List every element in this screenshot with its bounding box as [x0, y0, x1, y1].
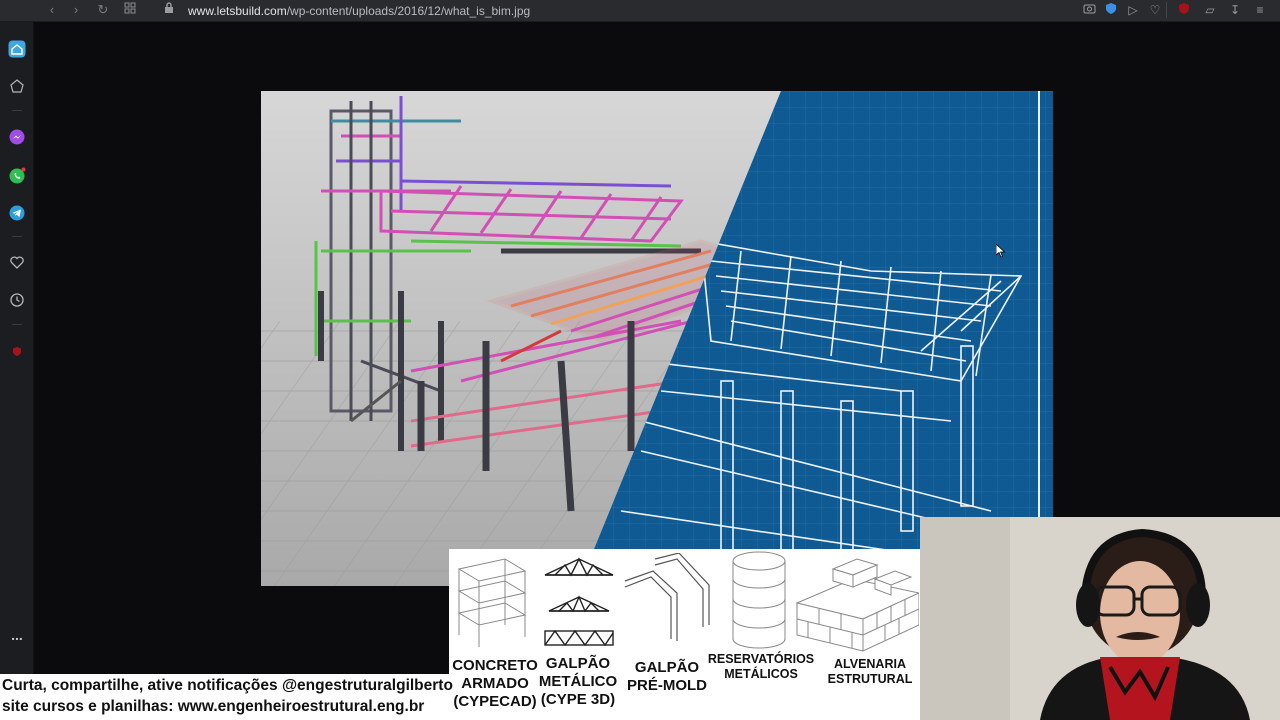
type-line: ALVENARIA: [834, 657, 906, 671]
lock-icon: [161, 2, 177, 18]
type-line: ESTRUTURAL: [827, 672, 913, 686]
type-line: GALPÃO: [634, 659, 700, 676]
send-icon[interactable]: ▷: [1125, 2, 1141, 18]
type-line: CONCRETO: [452, 657, 538, 674]
shield-icon[interactable]: [1103, 2, 1119, 18]
type-line: PRÉ-MOLD: [627, 677, 707, 694]
address-bar: ‹ › ↻ www.letsbuild.com/wp-content/uploa…: [0, 0, 1280, 22]
star-icon[interactable]: [8, 77, 26, 95]
heart-icon[interactable]: ♡: [1147, 2, 1163, 18]
sidebar-divider: [12, 110, 22, 111]
sidebar-divider: [12, 324, 22, 325]
caption-line-1: Curta, compartilhe, ative notificações @…: [2, 677, 453, 694]
url-field[interactable]: www.letsbuild.com/wp-content/uploads/201…: [188, 3, 530, 19]
type-line: METÁLICOS: [724, 667, 798, 681]
type-label-concrete: CONCRETO ARMADO (CYPECAD): [451, 657, 539, 711]
type-line: RESERVATÓRIOS: [707, 652, 815, 666]
heart-icon[interactable]: [8, 253, 26, 271]
menu-icon[interactable]: ≡: [1252, 2, 1268, 18]
type-line: (CYPECAD): [453, 693, 537, 710]
tank-icon: [732, 551, 786, 649]
tabs-grid-icon[interactable]: [122, 2, 138, 18]
bim-illustration[interactable]: [261, 91, 1053, 586]
forward-icon[interactable]: ›: [68, 2, 84, 18]
url-domain: www.letsbuild.com: [188, 4, 287, 18]
screen: ‹ › ↻ www.letsbuild.com/wp-content/uploa…: [0, 0, 1280, 720]
concrete-frame-icon: [457, 558, 527, 647]
whatsapp-icon[interactable]: [8, 166, 26, 184]
home-icon[interactable]: [8, 40, 26, 58]
type-label-steel-shed: GALPÃO METÁLICO (CYPE 3D): [537, 655, 619, 709]
precast-icon: [624, 553, 710, 641]
cube-icon[interactable]: ▱: [1202, 2, 1218, 18]
telegram-icon[interactable]: [8, 204, 26, 222]
more-icon[interactable]: ...: [8, 626, 26, 644]
ublock-icon[interactable]: [8, 342, 26, 360]
camera-icon[interactable]: [1081, 2, 1097, 18]
type-line: (CYPE 3D): [540, 691, 616, 708]
presenter-video: [920, 517, 1280, 720]
type-label-precast-shed: GALPÃO PRÉ-MOLD: [623, 659, 711, 695]
masonry-icon: [795, 558, 919, 652]
history-icon[interactable]: [8, 291, 26, 309]
bim-structure-render: [261, 91, 1053, 586]
structure-types-panel: CONCRETO ARMADO (CYPECAD) GALPÃO METÁLIC…: [449, 549, 920, 720]
ublock-icon[interactable]: [1176, 2, 1192, 18]
toolbar-divider: [1166, 2, 1167, 18]
type-line: METÁLICO: [538, 673, 618, 690]
video-caption: Curta, compartilhe, ative notificações @…: [0, 674, 453, 720]
reload-icon[interactable]: ↻: [95, 2, 111, 18]
mouse-cursor-icon: [996, 244, 1006, 258]
sidebar: ...: [0, 22, 34, 720]
caption-line-2: site cursos e planilhas: www.engenheiroe…: [2, 698, 425, 715]
back-icon[interactable]: ‹: [44, 2, 60, 18]
type-label-masonry: ALVENARIA ESTRUTURAL: [821, 657, 919, 687]
messenger-icon[interactable]: [8, 128, 26, 146]
webcam-overlay: [920, 517, 1280, 720]
type-label-tanks: RESERVATÓRIOS METÁLICOS: [705, 652, 817, 682]
steel-truss-icon: [544, 557, 614, 647]
sidebar-divider: [12, 236, 22, 237]
type-line: GALPÃO: [545, 655, 611, 672]
url-path: /wp-content/uploads/2016/12/what_is_bim.…: [286, 4, 531, 18]
type-line: ARMADO: [461, 675, 529, 692]
download-icon[interactable]: ↧: [1227, 2, 1243, 18]
